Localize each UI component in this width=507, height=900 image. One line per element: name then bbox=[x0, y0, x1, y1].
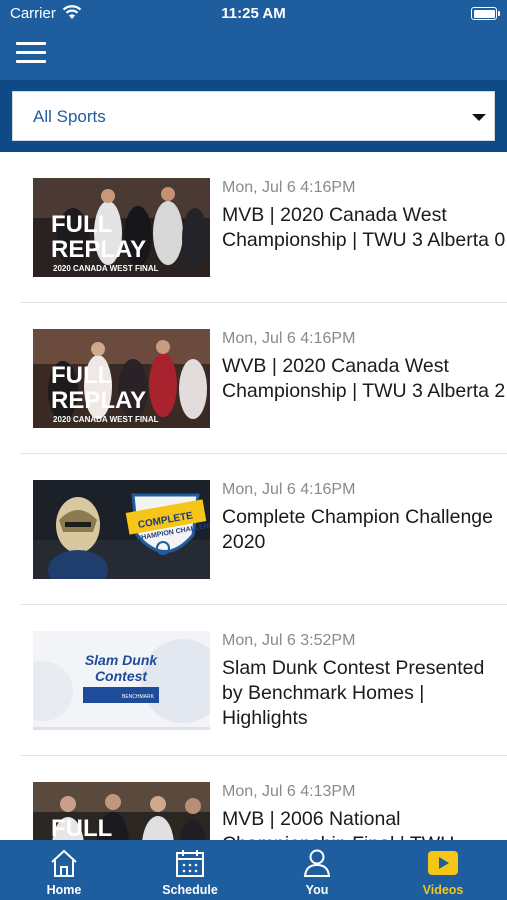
video-date: Mon, Jul 6 4:16PM bbox=[222, 179, 356, 196]
video-date: Mon, Jul 6 3:52PM bbox=[222, 632, 356, 649]
video-title: WVB | 2020 Canada West Championship | TW… bbox=[222, 355, 506, 402]
tab-videos[interactable]: Videos bbox=[380, 840, 506, 900]
video-list-item[interactable]: Slam Dunk Contest BENCHMARK Mon, Jul 6 3… bbox=[20, 605, 507, 756]
clock: 11:25 AM bbox=[221, 5, 286, 22]
svg-text:Contest: Contest bbox=[95, 668, 148, 684]
video-list-item[interactable]: COMPLETE CHAMPION CHALLENGE Mon, Jul 6 4… bbox=[20, 454, 507, 605]
calendar-icon bbox=[174, 848, 206, 878]
tab-you[interactable]: You bbox=[254, 840, 380, 900]
video-thumbnail: COMPLETE CHAMPION CHALLENGE bbox=[33, 480, 210, 579]
svg-text:2020 CANADA WEST FINAL: 2020 CANADA WEST FINAL bbox=[53, 415, 159, 424]
tab-home[interactable]: Home bbox=[1, 840, 127, 900]
video-date: Mon, Jul 6 4:16PM bbox=[222, 481, 356, 498]
video-list-item[interactable]: FULL REPLAY 2020 CANADA WEST FINAL Mon, … bbox=[20, 152, 507, 303]
sport-filter-dropdown[interactable]: All Sports bbox=[12, 91, 495, 141]
video-thumbnail: FULL bbox=[33, 782, 210, 840]
home-icon bbox=[48, 848, 80, 878]
hamburger-menu-icon[interactable] bbox=[16, 42, 46, 64]
svg-text:REPLAY: REPLAY bbox=[51, 236, 146, 263]
video-thumbnail: FULL REPLAY 2020 CANADA WEST FINAL bbox=[33, 329, 210, 428]
svg-text:BENCHMARK: BENCHMARK bbox=[122, 694, 155, 700]
video-list-item[interactable]: FULL REPLAY 2020 CANADA WEST FINAL Mon, … bbox=[20, 303, 507, 454]
svg-text:Slam Dunk: Slam Dunk bbox=[85, 652, 159, 668]
video-title: Slam Dunk Contest Presented by Benchmark… bbox=[222, 657, 485, 729]
battery-icon bbox=[471, 7, 500, 20]
tab-label: Schedule bbox=[162, 883, 218, 897]
filter-bar: All Sports bbox=[0, 80, 507, 152]
tab-bar: Home Schedule You Videos bbox=[0, 840, 507, 900]
svg-text:REPLAY: REPLAY bbox=[51, 387, 146, 414]
sport-filter-value: All Sports bbox=[33, 107, 106, 126]
video-title: MVB | 2020 Canada West Championship | TW… bbox=[222, 204, 506, 251]
tab-label: Home bbox=[46, 883, 82, 897]
video-list[interactable]: FULL REPLAY 2020 CANADA WEST FINAL Mon, … bbox=[0, 152, 507, 840]
app-header: Carrier 11:25 AM bbox=[0, 0, 507, 80]
play-icon bbox=[427, 848, 459, 878]
svg-text:FULL: FULL bbox=[51, 211, 112, 238]
video-title: MVB | 2006 National Championship Final |… bbox=[222, 808, 454, 840]
video-list-item[interactable]: FULL Mon, Jul 6 4:13PM MVB | 2006 Nation… bbox=[20, 756, 507, 840]
status-bar: Carrier 11:25 AM bbox=[0, 0, 507, 28]
tab-label: Videos bbox=[422, 883, 464, 897]
tab-schedule[interactable]: Schedule bbox=[127, 840, 253, 900]
svg-text:2020 CANADA WEST FINAL: 2020 CANADA WEST FINAL bbox=[53, 264, 159, 273]
video-thumbnail: Slam Dunk Contest BENCHMARK bbox=[33, 631, 210, 730]
video-thumbnail: FULL REPLAY 2020 CANADA WEST FINAL bbox=[33, 178, 210, 277]
video-title: Complete Champion Challenge 2020 bbox=[222, 506, 493, 553]
video-date: Mon, Jul 6 4:13PM bbox=[222, 783, 356, 800]
svg-text:FULL: FULL bbox=[51, 362, 112, 389]
video-date: Mon, Jul 6 4:16PM bbox=[222, 330, 356, 347]
person-icon bbox=[301, 848, 333, 878]
caret-down-icon bbox=[472, 114, 486, 121]
svg-text:FULL: FULL bbox=[51, 815, 112, 840]
tab-label: You bbox=[305, 883, 329, 897]
